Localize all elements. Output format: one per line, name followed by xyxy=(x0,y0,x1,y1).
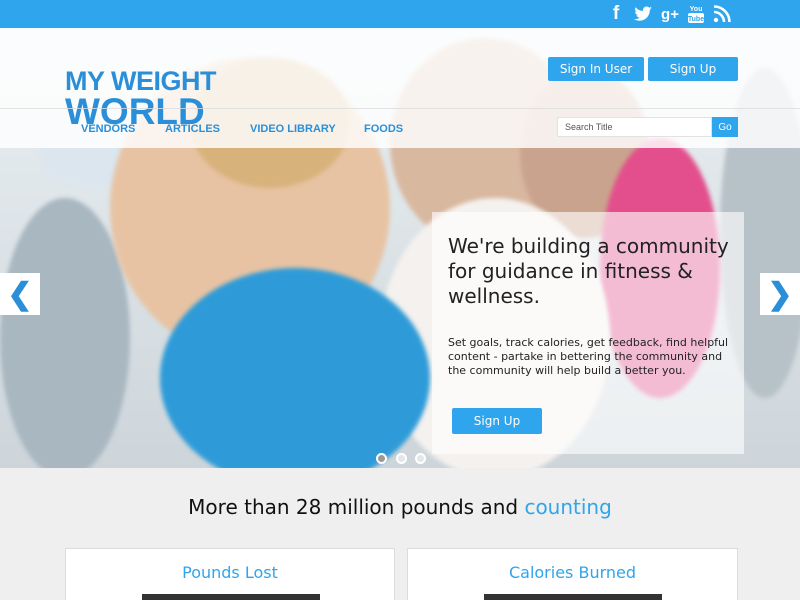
carousel-dot-3[interactable] xyxy=(415,453,426,464)
nav-divider xyxy=(0,108,800,109)
calories-burned-title: Calories Burned xyxy=(508,563,637,582)
nav-item-foods[interactable]: FOODS xyxy=(364,123,403,135)
stats-headline-accent: counting xyxy=(524,495,612,519)
hero-sign-up-button[interactable]: Sign Up xyxy=(452,408,542,434)
carousel-next-arrow-icon[interactable]: ❯ xyxy=(760,273,800,315)
pounds-lost-counter xyxy=(142,594,320,600)
calories-burned-card: Calories Burned xyxy=(407,548,738,600)
carousel-prev-arrow-icon[interactable]: ❮ xyxy=(0,273,40,315)
pounds-lost-title: Pounds Lost xyxy=(182,563,278,582)
site-logo[interactable]: MY WEIGHT WORLD xyxy=(65,68,217,131)
stats-headline: More than 28 million pounds and counting xyxy=(0,495,800,519)
carousel-dot-2[interactable] xyxy=(396,453,407,464)
hero-text-panel: We're building a community for guidance … xyxy=(432,212,744,454)
svg-text:You: You xyxy=(690,6,703,13)
rss-icon[interactable] xyxy=(712,4,732,24)
nav-item-vendors[interactable]: VENDORS xyxy=(81,123,135,135)
search-input[interactable]: Search Title xyxy=(557,117,712,137)
hero-body-text: Set goals, track calories, get feedback,… xyxy=(448,336,729,377)
calories-burned-counter xyxy=(484,594,662,600)
pounds-lost-card: Pounds Lost xyxy=(65,548,395,600)
carousel-dot-1[interactable] xyxy=(376,453,387,464)
facebook-icon[interactable]: f xyxy=(608,3,624,24)
stats-headline-main: More than 28 million pounds and xyxy=(188,495,519,519)
sign-in-button[interactable]: Sign In User xyxy=(548,57,644,81)
nav-item-articles[interactable]: ARTICLES xyxy=(165,123,220,135)
twitter-icon[interactable] xyxy=(632,4,654,24)
google-plus-icon[interactable]: g+ xyxy=(659,4,681,24)
youtube-icon[interactable]: You Tube xyxy=(686,4,706,24)
nav-item-video-library[interactable]: VIDEO LIBRARY xyxy=(250,123,336,135)
search-go-button[interactable]: Go xyxy=(712,117,738,137)
sign-up-button[interactable]: Sign Up xyxy=(648,57,738,81)
svg-text:Tube: Tube xyxy=(688,16,704,23)
hero-headline: We're building a community for guidance … xyxy=(448,234,729,308)
